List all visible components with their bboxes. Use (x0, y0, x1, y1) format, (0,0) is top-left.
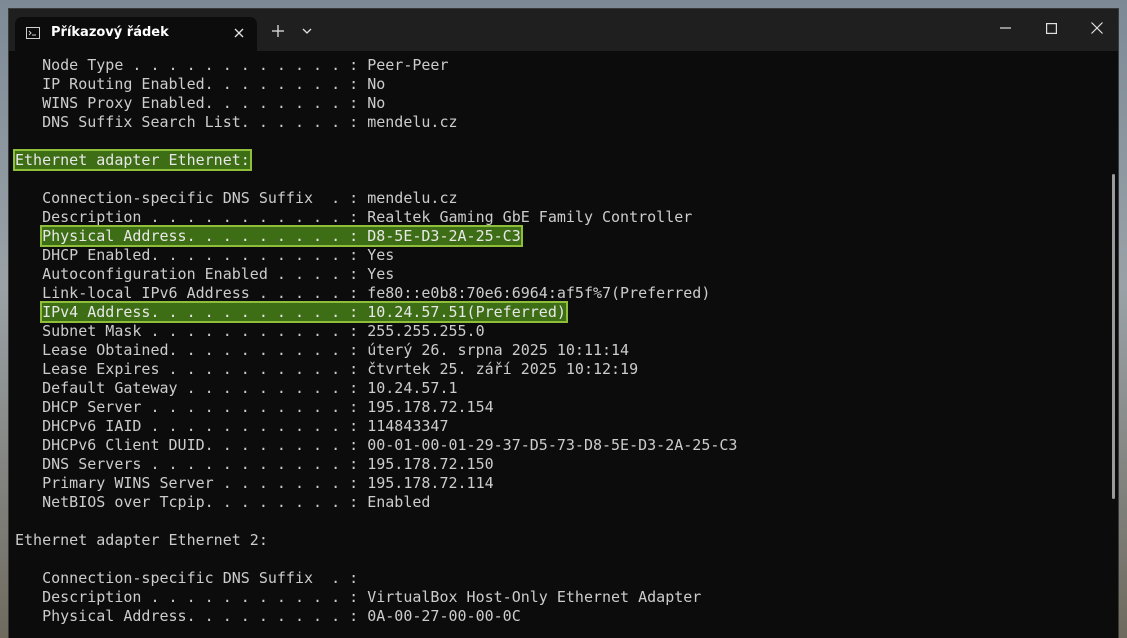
terminal-line: WINS Proxy Enabled. . . . . . . . : No (15, 94, 386, 112)
terminal-line: Subnet Mask . . . . . . . . . . . : 255.… (15, 322, 485, 340)
highlight-adapter-header: Ethernet adapter Ethernet: (13, 149, 252, 171)
terminal-line: NetBIOS over Tcpip. . . . . . . . : Enab… (15, 493, 431, 511)
close-icon[interactable] (229, 23, 249, 43)
terminal-line: DNS Suffix Search List. . . . . . : mend… (15, 113, 458, 131)
cmd-icon (26, 27, 40, 39)
maximize-icon[interactable] (1028, 9, 1074, 47)
terminal-line: Connection-specific DNS Suffix . : (15, 569, 359, 587)
terminal-line-adapter-header: Ethernet adapter Ethernet: (13, 149, 252, 171)
tab-command-prompt[interactable]: Příkazový řádek (15, 17, 257, 51)
terminal-line: Connection-specific DNS Suffix . : mende… (15, 189, 458, 207)
terminal-line-ipv4: IPv4 Address. . . . . . . . . . . : 10.2… (15, 301, 568, 323)
terminal-line: IP Routing Enabled. . . . . . . . : No (15, 75, 386, 93)
highlight-physical-address: Physical Address. . . . . . . . . : D8-5… (40, 225, 523, 247)
highlight-ipv4-address: IPv4 Address. . . . . . . . . . . : 10.2… (40, 301, 568, 323)
terminal-output[interactable]: Node Type . . . . . . . . . . . . : Peer… (9, 51, 1118, 638)
terminal-line: Lease Obtained. . . . . . . . . . : úter… (15, 341, 630, 359)
terminal-line: DHCPv6 IAID . . . . . . . . . . . : 1148… (15, 417, 449, 435)
terminal-line: DHCP Server . . . . . . . . . . . : 195.… (15, 398, 494, 416)
terminal-line: Lease Expires . . . . . . . . . . : čtvr… (15, 360, 639, 378)
chevron-down-icon[interactable] (295, 21, 319, 41)
title-bar[interactable]: Příkazový řádek (9, 9, 1118, 51)
terminal-line: Link-local IPv6 Address . . . . . : fe80… (15, 284, 711, 302)
terminal-line: Autoconfiguration Enabled . . . . : Yes (15, 265, 395, 283)
plus-icon[interactable] (266, 21, 290, 41)
terminal-line: Default Gateway . . . . . . . . . : 10.2… (15, 379, 458, 397)
terminal-line-physical-address: Physical Address. . . . . . . . . : D8-5… (15, 225, 523, 247)
minimize-icon[interactable] (982, 9, 1028, 47)
terminal-window: Příkazový řádek Node Type . . . . . . . … (8, 8, 1119, 638)
terminal-line: Node Type . . . . . . . . . . . . : Peer… (15, 56, 449, 74)
terminal-line: DHCPv6 Client DUID. . . . . . . . : 00-0… (15, 436, 738, 454)
terminal-line: Physical Address. . . . . . . . . : 0A-0… (15, 607, 521, 625)
terminal-line: Description . . . . . . . . . . . : Virt… (15, 588, 702, 606)
terminal-line: DHCP Enabled. . . . . . . . . . . : Yes (15, 246, 395, 264)
window-close-icon[interactable] (1074, 9, 1120, 47)
scrollbar[interactable] (1112, 174, 1115, 499)
terminal-line: Description . . . . . . . . . . . : Real… (15, 208, 693, 226)
terminal-line: Primary WINS Server . . . . . . . : 195.… (15, 474, 494, 492)
tab-title: Příkazový řádek (51, 25, 169, 40)
terminal-line: Ethernet adapter Ethernet 2: (15, 531, 268, 549)
terminal-line: DNS Servers . . . . . . . . . . . : 195.… (15, 455, 494, 473)
